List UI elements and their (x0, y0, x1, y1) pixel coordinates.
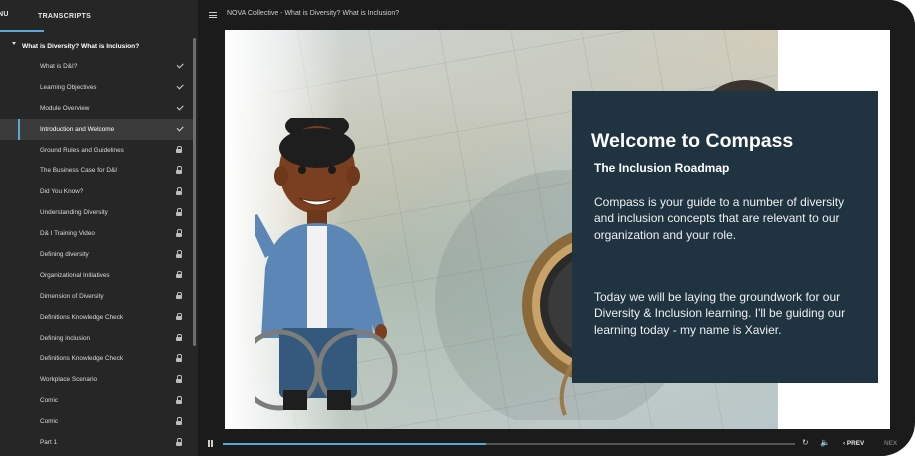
outline-section[interactable]: What is Diversity? What is Inclusion? (0, 36, 194, 56)
course-title: NOVA Collective - What is Diversity? Wha… (227, 10, 400, 17)
sidebar-item[interactable]: Comic (0, 390, 194, 411)
sidebar-item-label: What is D&I? (40, 62, 78, 70)
sidebar-item-label: Organizational Initiatives (40, 271, 110, 279)
player-controls: ↻ 🔈 ‹ PREV NEX (198, 429, 915, 456)
avatar-xavier (255, 118, 398, 411)
volume-icon[interactable]: 🔈 (820, 438, 830, 447)
outline-list: What is Diversity? What is Inclusion? Wh… (0, 36, 194, 453)
sidebar-item[interactable]: Workplace Scenario (0, 369, 194, 390)
sidebar-item-label: Comic (40, 397, 59, 405)
sidebar-item-label: Module Overview (40, 104, 90, 112)
player-window: NU TRANSCRIPTS What is Diversity? What i… (0, 0, 915, 456)
lock-icon (176, 145, 184, 154)
lock-icon (176, 208, 184, 216)
lock-icon (176, 229, 184, 237)
sidebar-item[interactable]: Introduction and Welcome (0, 118, 194, 140)
next-label: NEX (884, 440, 898, 447)
sidebar-scrollbar[interactable] (193, 38, 196, 346)
prev-button[interactable]: ‹ PREV (843, 440, 864, 447)
sidebar-item-label: Understanding Diversity (40, 209, 108, 217)
sidebar-item[interactable]: D& I Training Video (0, 223, 194, 244)
sidebar-item-label: The Business Case for D&I (40, 167, 118, 175)
sidebar-item[interactable]: Definitions Knowledge Check (0, 348, 194, 369)
sidebar-item-label: Definitions Knowledge Check (40, 313, 124, 321)
sidebar-item-label: Defining diversity (40, 250, 89, 258)
sidebar-item-label: Dimension of Diversity (40, 292, 104, 300)
slide-area: Welcome to Compass The Inclusion Roadmap… (225, 30, 890, 429)
sidebar-tabs: NU TRANSCRIPTS (0, 0, 198, 32)
sidebar-item[interactable]: What is D&I? (0, 56, 194, 77)
next-button[interactable]: NEX (884, 440, 897, 447)
slide-heading: Welcome to Compass (591, 130, 794, 152)
welcome-card: Welcome to Compass The Inclusion Roadmap… (572, 91, 878, 383)
sidebar: NU TRANSCRIPTS What is Diversity? What i… (0, 0, 198, 456)
sidebar-item[interactable]: Defining diversity (0, 244, 194, 265)
sidebar-item[interactable]: Module Overview (0, 98, 194, 119)
slide-subheading: The Inclusion Roadmap (594, 161, 730, 175)
slide-paragraph-1: Compass is your guide to a number of div… (594, 195, 845, 242)
active-tab-indicator (0, 30, 44, 32)
sidebar-item-label: Part 1 (40, 438, 58, 446)
replay-icon[interactable]: ↻ (802, 438, 809, 447)
pause-icon[interactable] (208, 440, 213, 447)
lock-icon (176, 187, 184, 195)
sidebar-item[interactable]: The Business Case for D&I (0, 160, 194, 181)
sidebar-item[interactable]: Comic (0, 411, 194, 432)
caret-down-icon (12, 42, 16, 45)
sidebar-item[interactable]: Dimension of Diversity (0, 286, 194, 307)
sidebar-item-label: D& I Training Video (40, 230, 95, 238)
sidebar-item[interactable]: Ground Rules and Guidelines (0, 140, 194, 161)
lock-icon (176, 270, 184, 279)
lock-icon (176, 166, 184, 174)
checkmark-icon (176, 61, 184, 70)
lock-icon (176, 250, 184, 258)
sidebar-item-label: Definitions Knowledge Check (40, 355, 124, 363)
tab-menu[interactable]: NU (0, 11, 9, 18)
lock-icon (176, 312, 184, 321)
lock-icon (176, 333, 184, 342)
lock-icon (176, 354, 184, 362)
section-title: What is Diversity? What is Inclusion? (22, 42, 140, 50)
seek-bar[interactable] (223, 443, 795, 445)
sidebar-item-label: Workplace Scenario (40, 376, 98, 384)
top-bar: NOVA Collective - What is Diversity? Wha… (198, 0, 915, 30)
lock-icon (176, 396, 184, 404)
sidebar-item[interactable]: Did You Know? (0, 181, 194, 202)
lock-icon (176, 417, 184, 425)
sidebar-item-label: Ground Rules and Guidelines (40, 146, 124, 154)
seek-bar-progress (223, 443, 487, 445)
sidebar-item-label: Defining inclusion (40, 334, 91, 342)
sidebar-item[interactable]: Part 1 (0, 432, 194, 453)
prev-label: PREV (846, 440, 865, 447)
checkmark-icon (176, 124, 184, 133)
sidebar-item[interactable]: Learning Objectives (0, 77, 194, 98)
sidebar-item-label: Comic (40, 418, 59, 426)
sidebar-item[interactable]: Definitions Knowledge Check (0, 307, 194, 328)
hamburger-menu-icon[interactable] (209, 12, 217, 19)
lock-icon (176, 375, 184, 383)
checkmark-icon (176, 82, 184, 91)
lock-icon (176, 291, 184, 300)
slide-paragraph-2: Today we will be laying the groundwork f… (594, 290, 846, 337)
sidebar-item[interactable]: Understanding Diversity (0, 202, 194, 223)
sidebar-item[interactable]: Organizational Initiatives (0, 265, 194, 286)
tab-transcripts[interactable]: TRANSCRIPTS (38, 13, 91, 20)
sidebar-item-label: Learning Objectives (40, 83, 97, 91)
sidebar-item[interactable]: Defining inclusion (0, 328, 194, 349)
sidebar-item-label: Introduction and Welcome (40, 125, 115, 133)
lock-icon (176, 438, 184, 446)
checkmark-icon (176, 103, 184, 112)
sidebar-item-label: Did You Know? (40, 188, 84, 196)
